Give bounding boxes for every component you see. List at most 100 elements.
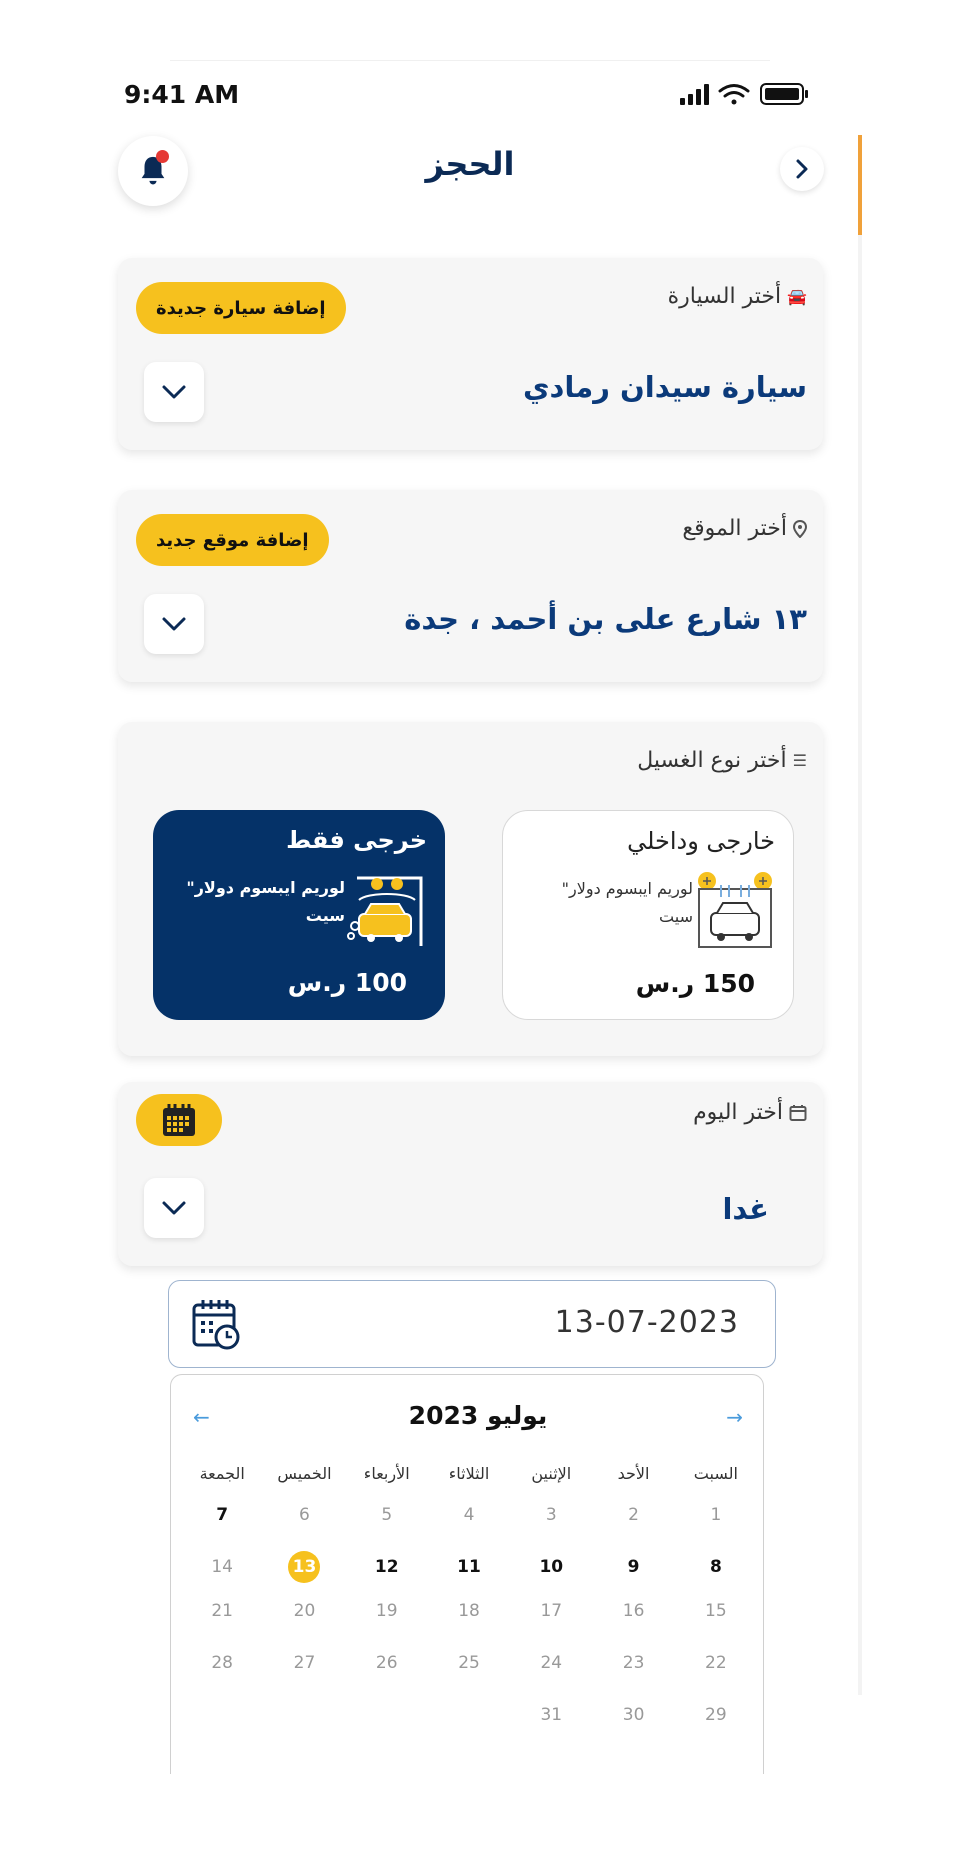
day-cell[interactable]: 15	[675, 1585, 757, 1637]
day-cell[interactable]: 7	[181, 1489, 263, 1541]
wash-type-label: أختر نوع الغسيل	[637, 748, 787, 773]
calendar-small-icon	[789, 1104, 807, 1121]
calendar-icon	[163, 1104, 195, 1136]
add-car-button[interactable]: إضافة سيارة جديدة	[136, 282, 346, 334]
divider	[170, 60, 770, 61]
location-card: أختر الموقع إضافة موقع جديد ١٣ شارع على …	[118, 490, 823, 682]
selected-day-number: 13	[288, 1551, 321, 1583]
day-cell[interactable]: 1	[675, 1489, 757, 1541]
calendar-toggle-button[interactable]	[136, 1094, 222, 1146]
edge-strip	[858, 135, 862, 1695]
week-row: 29 30 31	[181, 1689, 757, 1741]
chevron-down-icon	[162, 617, 186, 631]
weekday-row: السبت الأحد الإثنين الثلاثاء الأربعاء ال…	[181, 1459, 757, 1489]
weekday-label: الإثنين	[531, 1464, 572, 1483]
notifications-button[interactable]	[118, 136, 188, 206]
weekday-label: الثلاثاء	[448, 1464, 490, 1483]
battery-icon	[760, 83, 808, 105]
weekday-label: الخميس	[277, 1464, 332, 1483]
selected-car[interactable]: سيارة سيدان رمادي	[523, 370, 807, 404]
day-cell[interactable]: 31	[510, 1689, 592, 1741]
wash-option-desc: لوريم ايبسوم دولار" سيت	[561, 879, 693, 926]
day-cell[interactable]: 29	[675, 1689, 757, 1741]
wash-type-label-row: ☰ أختر نوع الغسيل	[637, 748, 807, 773]
date-value: 13-07-2023	[554, 1305, 739, 1340]
chevron-down-icon	[162, 385, 186, 399]
day-cell[interactable]: 27	[263, 1637, 345, 1689]
wash-type-card: ☰ أختر نوع الغسيل خارجى وداخلي لوريم ايب…	[118, 722, 823, 1056]
day-cell[interactable]: 5	[346, 1489, 428, 1541]
date-input[interactable]: 13-07-2023	[168, 1280, 776, 1368]
day-cell[interactable]: 17	[510, 1585, 592, 1637]
notification-dot	[156, 150, 169, 163]
week-row: 1 2 3 4 5 6 7	[181, 1489, 757, 1541]
wash-option-price: 150 ر.س	[635, 969, 755, 998]
next-month-arrow-icon[interactable]: →	[726, 1405, 743, 1429]
location-pin-icon	[793, 519, 807, 538]
add-location-button[interactable]: إضافة موقع جديد	[136, 514, 329, 566]
wash-option-desc: لوريم ايبسوم دولار" سيت	[186, 878, 345, 925]
calendar-header: 2023 يوليو	[171, 1401, 763, 1430]
car-label-row: 🚘 أختر السيارة	[668, 284, 807, 309]
wash-option-exterior[interactable]: خرجى فقط لوريم ايبسوم دولار" سيت 100 ر.س	[153, 810, 445, 1020]
back-button[interactable]	[780, 147, 824, 191]
wifi-icon	[718, 84, 750, 105]
day-cell[interactable]: 22	[675, 1637, 757, 1689]
status-icons	[680, 80, 820, 110]
day-cell[interactable]: 19	[346, 1585, 428, 1637]
calendar-month: يوليو	[486, 1401, 548, 1430]
day-cell[interactable]: 23	[592, 1637, 674, 1689]
status-time: 9:41 AM	[124, 80, 240, 109]
day-cell	[346, 1689, 428, 1741]
wash-option-price: 100 ر.س	[287, 968, 407, 997]
day-dropdown-button[interactable]	[144, 1178, 204, 1238]
day-cell[interactable]: 24	[510, 1637, 592, 1689]
week-row: 22 23 24 25 26 27 28	[181, 1637, 757, 1689]
day-cell[interactable]: 26	[346, 1637, 428, 1689]
car-wash-icon	[695, 871, 775, 951]
day-cell[interactable]: 18	[428, 1585, 510, 1637]
day-cell[interactable]: 20	[263, 1585, 345, 1637]
day-cell	[428, 1689, 510, 1741]
weekday-label: الأربعاء	[363, 1464, 410, 1483]
calendar-year: 2023	[408, 1401, 479, 1430]
car-label: أختر السيارة	[667, 284, 782, 309]
selected-day[interactable]: غدا	[722, 1192, 769, 1226]
list-icon: ☰	[792, 751, 807, 770]
location-dropdown-button[interactable]	[144, 594, 204, 654]
day-cell[interactable]: 3	[510, 1489, 592, 1541]
wash-option-title: خرجى فقط	[286, 826, 427, 854]
day-cell[interactable]: 16	[592, 1585, 674, 1637]
day-label: أختر اليوم	[693, 1100, 783, 1125]
car-dropdown-button[interactable]	[144, 362, 204, 422]
day-cell[interactable]: 28	[181, 1637, 263, 1689]
car-icon: 🚘	[787, 287, 807, 306]
page-title: الحجز	[425, 145, 515, 183]
day-cell[interactable]: 2	[592, 1489, 674, 1541]
week-row: 15 16 17 18 19 20 21	[181, 1585, 757, 1637]
car-wash-icon	[347, 870, 427, 950]
day-cell	[263, 1689, 345, 1741]
day-card: أختر اليوم غدا	[118, 1082, 823, 1266]
weekday-label: الأحد	[617, 1464, 650, 1483]
day-cell[interactable]: 6	[263, 1489, 345, 1541]
wash-option-full[interactable]: خارجى وداخلي لوريم ايبسوم دولار" سيت 150…	[502, 810, 794, 1020]
day-cell[interactable]: 4	[428, 1489, 510, 1541]
day-cell	[181, 1689, 263, 1741]
calendar-grid: السبت الأحد الإثنين الثلاثاء الأربعاء ال…	[181, 1459, 757, 1741]
selected-location[interactable]: ١٣ شارع على بن أحمد ، جدة	[404, 602, 807, 636]
car-card: 🚘 أختر السيارة إضافة سيارة جديدة سيارة س…	[118, 258, 823, 450]
weekday-label: الجمعة	[199, 1464, 245, 1483]
day-cell[interactable]: 30	[592, 1689, 674, 1741]
location-label-row: أختر الموقع	[682, 516, 807, 541]
wash-option-title: خارجى وداخلي	[627, 827, 775, 855]
location-label: أختر الموقع	[682, 516, 787, 541]
day-cell[interactable]: 25	[428, 1637, 510, 1689]
weekday-label: السبت	[693, 1464, 738, 1483]
calendar-clock-icon	[191, 1297, 243, 1355]
day-cell[interactable]: 21	[181, 1585, 263, 1637]
day-label-row: أختر اليوم	[693, 1100, 807, 1125]
edge-accent	[858, 135, 862, 235]
chevron-right-icon	[796, 159, 808, 179]
chevron-down-icon	[162, 1201, 186, 1215]
